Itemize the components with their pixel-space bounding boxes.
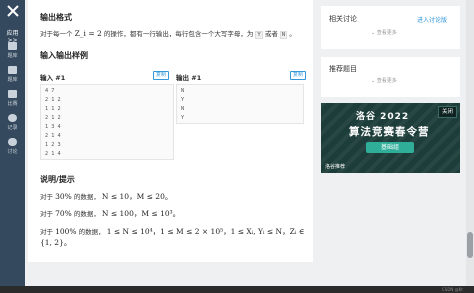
samples-heading: 输入输出样例	[40, 51, 88, 60]
note-mid: 的数据，	[78, 228, 105, 236]
chat-icon	[8, 138, 17, 146]
note-math: N ≤ 100，M ≤ 10³。	[101, 209, 181, 218]
close-ad-button[interactable]: 关闭	[438, 106, 457, 118]
code-line: 1 3 4	[45, 124, 61, 130]
nav-item-label: 讨论	[7, 149, 18, 155]
code-line: Y	[181, 115, 185, 121]
code-line: 1 2 3	[45, 142, 61, 148]
code-line: N	[181, 106, 185, 112]
note-percent: 100%	[55, 227, 77, 236]
note-line-1: 对于 30% 的数据， N ≤ 10，M ≤ 20。	[40, 191, 172, 202]
recommended-title: 推荐题目	[329, 65, 357, 73]
note-percent: 30%	[55, 192, 72, 201]
nav-item-problemset[interactable]: 题库	[0, 66, 25, 83]
note-prefix: 对于	[40, 228, 53, 236]
note-mid: 的数据，	[73, 210, 100, 218]
luogu-logo-icon[interactable]	[6, 4, 20, 18]
list-icon	[8, 66, 17, 74]
nav-item-contest[interactable]: 比赛	[0, 90, 25, 107]
note-math: N ≤ 10，M ≤ 20。	[101, 192, 173, 201]
note-line-2: 对于 70% 的数据， N ≤ 100，M ≤ 10³。	[40, 208, 180, 219]
input-sample-box[interactable]: 4 7 2 1 2 1 1 2 2 1 2 1 3 4 2 1 4 1 2 3 …	[40, 84, 174, 160]
note-mid: 的数据，	[73, 193, 100, 201]
banner-tag: 基础组	[366, 142, 414, 153]
banner-title: 算法竞赛春令营	[349, 126, 430, 138]
related-discussions-card: 相关讨论 进入讨论版 ⌄ 查看更多	[321, 6, 460, 49]
nav-item-label: 比赛	[7, 101, 18, 107]
output-desc-mid: 的操作，都有一行输出，每行包含一个大写字母，为	[103, 30, 254, 38]
code-line: Y	[181, 97, 185, 103]
chart-icon	[8, 90, 17, 98]
output-format-text: 对于每一个 Z_i = 2 的操作，都有一行输出，每行包含一个大写字母，为 Y …	[40, 28, 296, 39]
book-icon	[8, 42, 17, 50]
note-percent: 70%	[55, 209, 72, 218]
output-format-heading: 输出格式	[40, 13, 72, 22]
copy-input-button[interactable]: 复制	[153, 71, 170, 80]
copy-output-button[interactable]: 复制	[290, 71, 307, 80]
code-line: 2 1 2	[45, 97, 61, 103]
recommended-more-link[interactable]: ⌄ 查看更多	[371, 77, 397, 84]
code-line: 2 1 4	[45, 133, 61, 139]
code-line: 4 7	[45, 88, 55, 94]
note-line-3: 对于 100% 的数据， 1 ≤ N ≤ 10⁴，1 ≤ M ≤ 2 × 10⁵…	[40, 226, 304, 237]
nav-item-problems[interactable]: 题库	[0, 42, 25, 59]
clock-icon	[8, 114, 17, 122]
left-nav: 应用 >> 题库 题库 比赛 记录 讨论	[0, 0, 25, 293]
promo-banner[interactable]: 洛谷 2022 算法竞赛春令营 基础组 关闭 洛谷推荐	[321, 103, 460, 173]
recommended-problems-card: 推荐题目 ⌄ 查看更多	[321, 57, 460, 97]
nav-item-label: 题库	[7, 77, 18, 83]
discussions-title: 相关讨论	[329, 15, 357, 23]
output-option-n: N	[279, 31, 288, 39]
output-end: 。	[289, 30, 296, 38]
nav-item-discuss[interactable]: 讨论	[0, 138, 25, 155]
output-option-y: Y	[255, 31, 263, 39]
banner-headline: 洛谷 2022	[356, 112, 410, 122]
output-desc-prefix: 对于每一个	[40, 30, 73, 38]
code-line: N	[181, 88, 185, 94]
note-line-3-cont: {1, 2}。	[40, 238, 72, 247]
code-line: 1 1 2	[45, 106, 61, 112]
output-or: 或者	[264, 30, 278, 38]
input-sample-label: 输入 #1	[40, 74, 66, 82]
note-math: 1 ≤ N ≤ 10⁴，1 ≤ M ≤ 2 × 10⁵，1 ≤ Xᵢ, Yᵢ ≤…	[106, 227, 305, 236]
output-desc-math: Z_i = 2	[74, 29, 102, 38]
footer-watermark: CSDN @Kt	[442, 287, 463, 292]
code-line: 2 1 4	[45, 151, 61, 157]
banner-brand: 洛谷推荐	[325, 164, 346, 170]
output-sample-box[interactable]: N Y N Y	[176, 84, 304, 124]
enter-discussion-link[interactable]: 进入讨论版	[417, 15, 447, 24]
scrollbar-thumb[interactable]	[467, 232, 473, 258]
output-sample-label: 输出 #1	[176, 74, 202, 82]
note-prefix: 对于	[40, 193, 53, 201]
discussions-more-link[interactable]: ⌄ 查看更多	[371, 29, 397, 36]
nav-item-label: 题库	[7, 53, 18, 59]
note-prefix: 对于	[40, 210, 53, 218]
problem-card: 输出格式 对于每一个 Z_i = 2 的操作，都有一行输出，每行包含一个大写字母…	[28, 0, 313, 262]
code-line: 2 1 2	[45, 115, 61, 121]
nav-item-records[interactable]: 记录	[0, 114, 25, 131]
nav-item-label: 记录	[7, 125, 18, 131]
footer-bar	[0, 286, 474, 293]
notes-heading: 说明/提示	[40, 175, 75, 184]
